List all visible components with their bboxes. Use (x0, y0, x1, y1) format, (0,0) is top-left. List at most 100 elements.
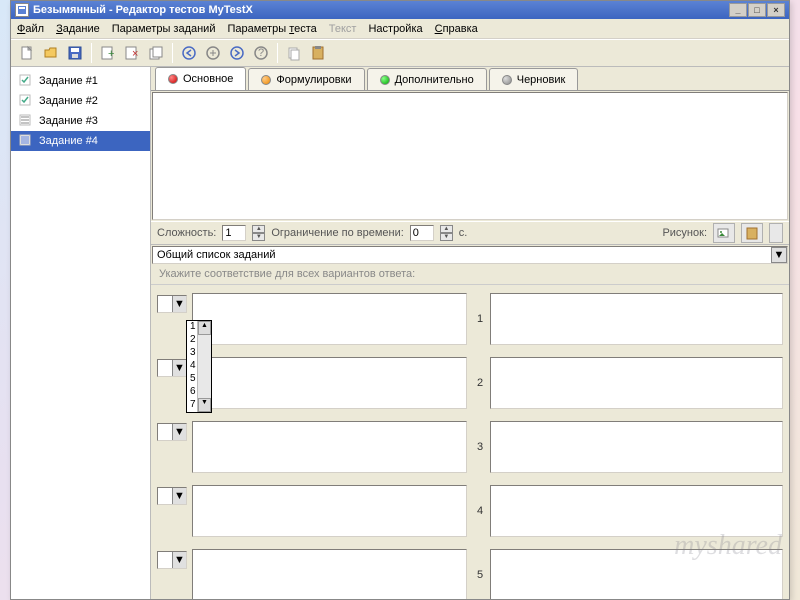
answer-right-row: 1 (473, 293, 783, 345)
copy-button[interactable] (284, 43, 304, 63)
answer-left-row: ▼ (157, 421, 467, 473)
task-list-header[interactable]: Общий список заданий ▼ (152, 246, 788, 264)
save-file-button[interactable] (65, 43, 85, 63)
chevron-down-icon: ▼ (172, 488, 186, 504)
delete-task-button[interactable]: × (122, 43, 142, 63)
svg-text:+: + (108, 48, 114, 60)
image-paste-button[interactable] (741, 223, 763, 243)
answer-right-row: 3 (473, 421, 783, 473)
sidebar-task-1[interactable]: Задание #1 (11, 71, 150, 91)
task-icon (19, 94, 33, 108)
answer-left-text-1[interactable] (192, 293, 467, 345)
sidebar-task-4[interactable]: Задание #4 (11, 131, 150, 151)
answer-right-row: 2 (473, 357, 783, 409)
app-icon (15, 3, 29, 17)
tab-formulations[interactable]: Формулировки (248, 68, 364, 90)
toolbar: + × ? (11, 39, 789, 67)
task-label: Задание #1 (39, 75, 98, 87)
open-file-button[interactable] (41, 43, 61, 63)
menu-test-params[interactable]: Параметры теста (227, 23, 316, 35)
tab-dot-icon (168, 74, 178, 84)
menu-settings[interactable]: Настройка (368, 23, 422, 35)
answer-right-text-4[interactable] (490, 485, 783, 537)
app-window: Безымянный - Редактор тестов MyTestX _ □… (10, 0, 790, 600)
match-dropdown-4[interactable]: ▼ (157, 487, 187, 505)
scroll-up-button[interactable]: ▲ (198, 321, 211, 335)
image-add-button[interactable] (713, 223, 735, 243)
copy-task-button[interactable] (146, 43, 166, 63)
timelimit-up[interactable]: ▲ (440, 225, 453, 233)
scroll-down-button[interactable]: ▼ (198, 398, 211, 412)
window-title: Безымянный - Редактор тестов MyTestX (33, 4, 253, 16)
answer-right-row: 4 (473, 485, 783, 537)
paste-button[interactable] (308, 43, 328, 63)
svg-text:×: × (132, 48, 138, 60)
sidebar-task-2[interactable]: Задание #2 (11, 91, 150, 111)
sidebar-task-3[interactable]: Задание #3 (11, 111, 150, 131)
menubar: Файлdocument.currentScript.previousEleme… (11, 19, 789, 39)
titlebar: Безымянный - Редактор тестов MyTestX _ □… (11, 1, 789, 19)
tab-draft[interactable]: Черновик (489, 68, 579, 90)
menu-file[interactable]: Файлdocument.currentScript.previousEleme… (17, 23, 44, 35)
answer-left-row: ▼ (157, 549, 467, 599)
tab-main[interactable]: Основное (155, 67, 246, 90)
timelimit-down[interactable]: ▼ (440, 233, 453, 241)
answer-left-text-2[interactable] (192, 357, 467, 409)
answer-left-text-4[interactable] (192, 485, 467, 537)
menu-task-params[interactable]: Параметры заданий (112, 23, 216, 35)
tab-dot-icon (502, 75, 512, 85)
answer-left-text-5[interactable] (192, 549, 467, 599)
nav-prev-button[interactable] (203, 43, 223, 63)
tab-dot-icon (380, 75, 390, 85)
match-dropdown-3[interactable]: ▼ (157, 423, 187, 441)
svg-text:?: ? (258, 47, 264, 59)
menu-task[interactable]: Задание (56, 23, 100, 35)
new-file-button[interactable] (17, 43, 37, 63)
answer-number: 5 (473, 549, 487, 599)
menu-help[interactable]: Справка (435, 23, 478, 35)
match-dropdown-1[interactable]: ▼ (157, 295, 187, 313)
task-label: Задание #2 (39, 95, 98, 107)
question-editor[interactable] (152, 92, 788, 220)
difficulty-input[interactable] (222, 225, 246, 241)
timelimit-input[interactable] (410, 225, 434, 241)
maximize-button[interactable]: □ (748, 3, 766, 17)
tab-dot-icon (261, 75, 271, 85)
tab-additional[interactable]: Дополнительно (367, 68, 487, 90)
task-label: Задание #3 (39, 115, 98, 127)
list-dropdown-button[interactable]: ▼ (771, 247, 787, 263)
add-task-button[interactable]: + (98, 43, 118, 63)
list-header-label: Общий список заданий (157, 249, 276, 261)
dropdown-scrollbar[interactable]: ▲ ▼ (197, 321, 211, 412)
answer-right-text-1[interactable] (490, 293, 783, 345)
answer-left-row: ▼ (157, 485, 467, 537)
image-menu-button[interactable] (769, 223, 783, 243)
nav-first-button[interactable] (179, 43, 199, 63)
answer-right-text-2[interactable] (490, 357, 783, 409)
task-icon (19, 74, 33, 88)
nav-next-button[interactable] (227, 43, 247, 63)
main-panel: Основное Формулировки Дополнительно Черн… (151, 67, 789, 599)
match-dropdown-5[interactable]: ▼ (157, 551, 187, 569)
difficulty-down[interactable]: ▼ (252, 233, 265, 241)
chevron-down-icon: ▼ (172, 360, 186, 376)
minimize-button[interactable]: _ (729, 3, 747, 17)
chevron-down-icon: ▼ (172, 424, 186, 440)
answer-left-text-3[interactable] (192, 421, 467, 473)
timelimit-unit: с. (459, 227, 468, 239)
tab-strip: Основное Формулировки Дополнительно Черн… (151, 67, 789, 90)
match-dropdown-2[interactable]: ▼ (157, 359, 187, 377)
answer-number: 2 (473, 357, 487, 409)
answer-number: 3 (473, 421, 487, 473)
match-dropdown-list[interactable]: 1 2 3 4 5 6 7 ▲ ▼ (186, 320, 212, 413)
task-icon (19, 134, 33, 148)
answer-right-text-3[interactable] (490, 421, 783, 473)
answer-right-row: 5 (473, 549, 783, 599)
answer-number: 1 (473, 293, 487, 345)
task-label: Задание #4 (39, 135, 98, 147)
nav-last-button[interactable]: ? (251, 43, 271, 63)
answer-right-text-5[interactable] (490, 549, 783, 599)
difficulty-up[interactable]: ▲ (252, 225, 265, 233)
chevron-down-icon: ▼ (172, 552, 186, 568)
close-button[interactable]: × (767, 3, 785, 17)
